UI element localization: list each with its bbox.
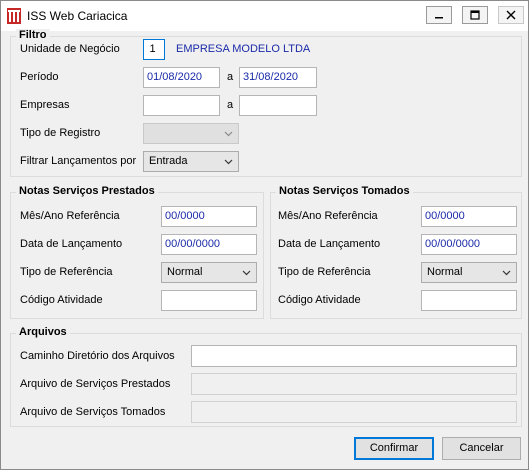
prestados-mes-ano-label: Mês/Ano Referência <box>20 210 120 222</box>
arquivo-prestados-label: Arquivo de Serviços Prestados <box>20 378 171 390</box>
prestados-mes-ano-field[interactable]: 00/0000 <box>161 206 257 227</box>
filtro-title: Filtro <box>16 29 50 41</box>
tomados-tipo-select[interactable]: Normal <box>421 262 517 283</box>
arquivo-tomados-field <box>191 401 517 423</box>
unidade-label: Unidade de Negócio <box>20 43 120 55</box>
periodo-start-field[interactable]: 01/08/2020 <box>143 67 220 88</box>
chevron-down-icon <box>224 131 233 137</box>
arquivo-prestados-field <box>191 373 517 395</box>
tomados-tipo-label: Tipo de Referência <box>278 266 371 278</box>
tomados-codigo-field[interactable] <box>421 290 517 311</box>
caminho-label: Caminho Diretório dos Arquivos <box>20 350 175 362</box>
empresas-label: Empresas <box>20 99 70 111</box>
arquivos-title: Arquivos <box>16 326 70 338</box>
prestados-tipo-select[interactable]: Normal <box>161 262 257 283</box>
close-button[interactable] <box>498 6 524 24</box>
tomados-tipo-value: Normal <box>427 266 463 278</box>
filtrar-value: Entrada <box>149 155 188 167</box>
filtrar-select[interactable]: Entrada <box>143 151 239 172</box>
minimize-button[interactable] <box>426 6 452 24</box>
close-icon <box>506 10 516 20</box>
caminho-field[interactable] <box>191 345 517 367</box>
prestados-title: Notas Serviços Prestados <box>16 185 158 197</box>
empresas-separator: a <box>227 99 234 111</box>
dialog-window: ISS Web Cariacica Filtro Unidade de Negó… <box>0 0 529 470</box>
tomados-codigo-label: Código Atividade <box>278 294 361 306</box>
prestados-codigo-label: Código Atividade <box>20 294 103 306</box>
periodo-end-field[interactable]: 31/08/2020 <box>239 67 317 88</box>
confirmar-button[interactable]: Confirmar <box>354 437 434 460</box>
empresas-end-field[interactable] <box>239 95 317 116</box>
chevron-down-icon <box>242 270 251 276</box>
tomados-mes-ano-label: Mês/Ano Referência <box>278 210 378 222</box>
minimize-icon <box>435 17 443 19</box>
empresas-start-field[interactable] <box>143 95 220 116</box>
prestados-codigo-field[interactable] <box>161 290 257 311</box>
filtrar-label: Filtrar Lançamentos por <box>20 155 137 167</box>
cancelar-button[interactable]: Cancelar <box>442 437 521 460</box>
tipo-registro-label: Tipo de Registro <box>20 127 101 139</box>
tomados-data-label: Data de Lançamento <box>278 238 381 250</box>
periodo-separator: a <box>227 71 234 83</box>
tomados-data-field[interactable]: 00/00/0000 <box>421 234 517 255</box>
app-logo-icon <box>7 8 21 24</box>
prestados-tipo-value: Normal <box>167 266 203 278</box>
window-title: ISS Web Cariacica <box>27 9 128 23</box>
tipo-registro-select[interactable] <box>143 123 239 144</box>
arquivo-tomados-label: Arquivo de Serviços Tomados <box>20 406 166 418</box>
chevron-down-icon <box>224 159 233 165</box>
chevron-down-icon <box>502 270 511 276</box>
prestados-data-label: Data de Lançamento <box>20 238 123 250</box>
prestados-tipo-label: Tipo de Referência <box>20 266 113 278</box>
maximize-icon <box>470 10 480 20</box>
periodo-label: Período <box>20 71 59 83</box>
tomados-title: Notas Serviços Tomados <box>276 185 413 197</box>
title-bar[interactable]: ISS Web Cariacica <box>1 1 528 31</box>
maximize-button[interactable] <box>462 6 488 24</box>
unidade-name: EMPRESA MODELO LTDA <box>176 43 311 55</box>
prestados-data-field[interactable]: 00/00/0000 <box>161 234 257 255</box>
unidade-code-field[interactable]: 1 <box>143 39 165 60</box>
tomados-mes-ano-field[interactable]: 00/0000 <box>421 206 517 227</box>
